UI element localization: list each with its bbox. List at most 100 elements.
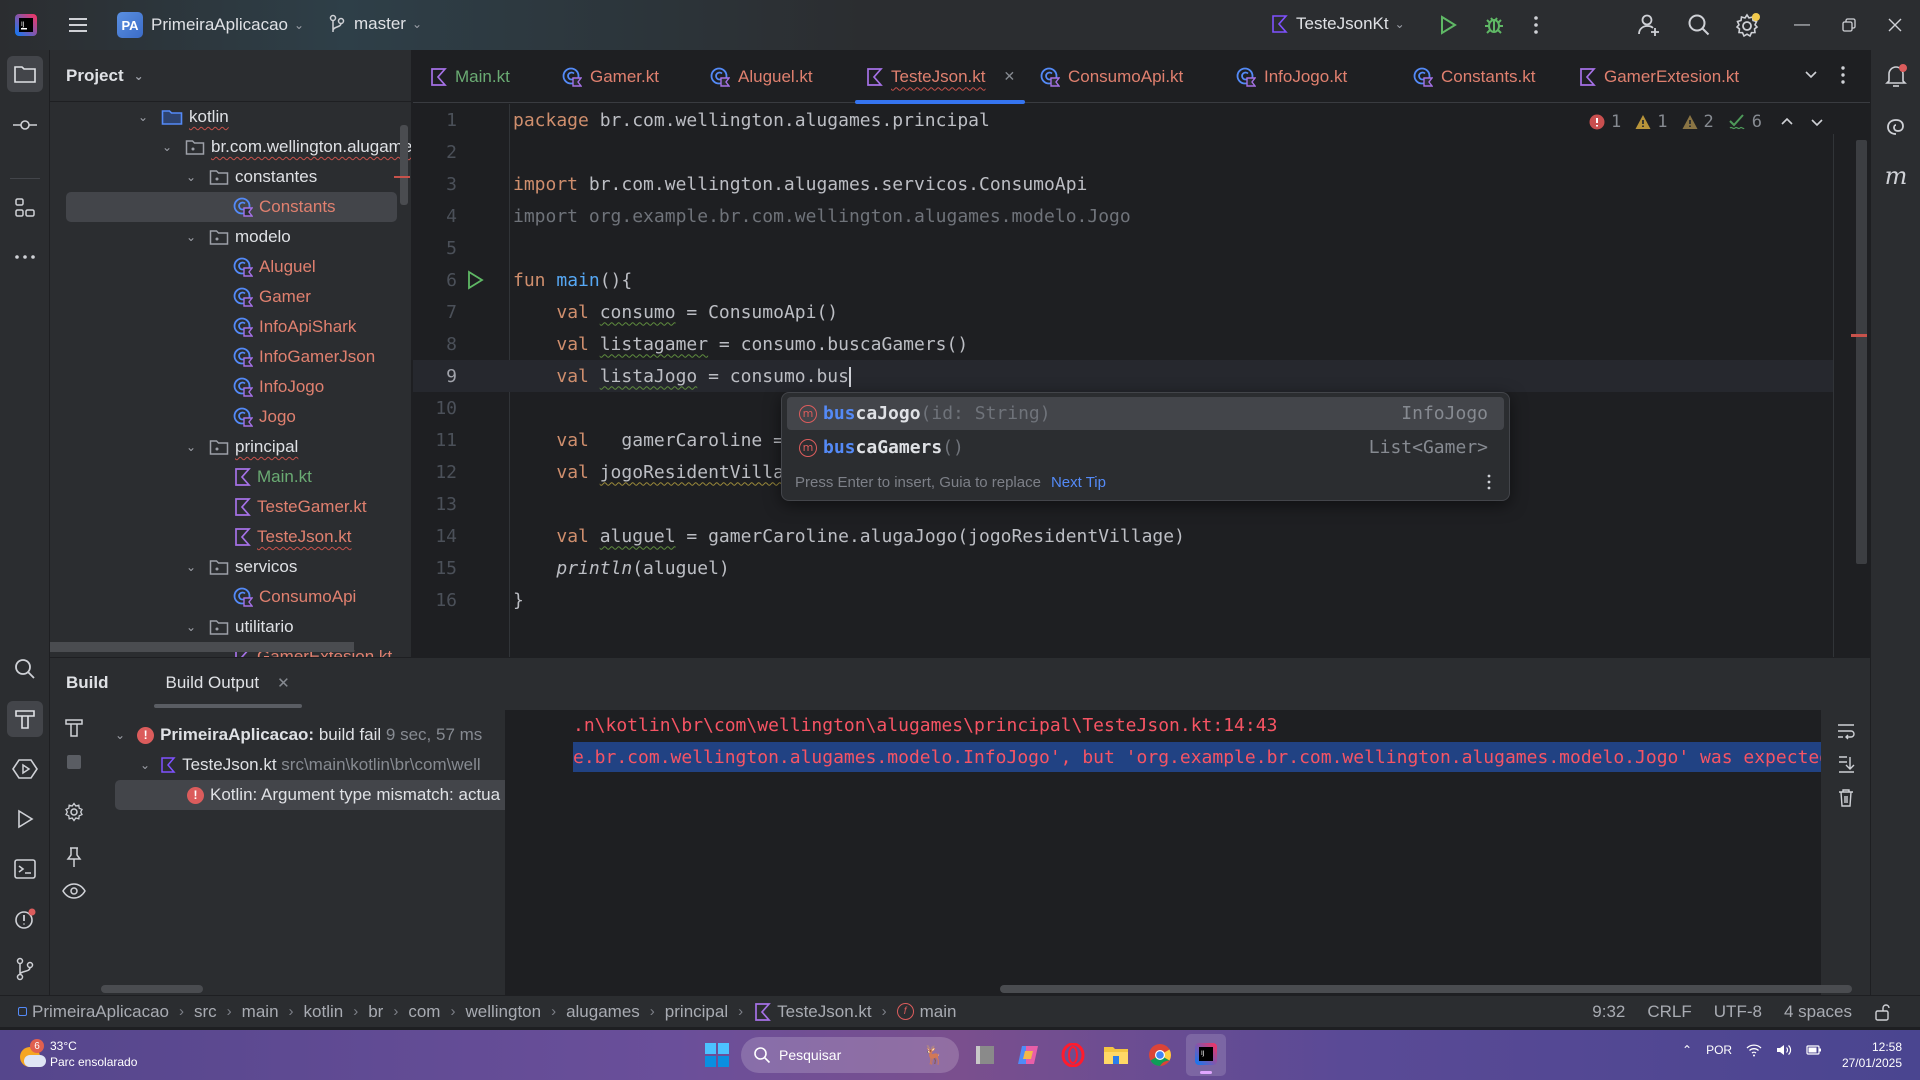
editor-scrollbar[interactable]	[1856, 140, 1867, 564]
intellij-app-active[interactable]: IJ	[1186, 1034, 1226, 1076]
main-menu-icon[interactable]	[66, 13, 90, 37]
console-hscrollbar[interactable]	[1000, 985, 1852, 993]
completion-item[interactable]: m bus caGamers() List<Gamer>	[787, 431, 1504, 464]
tree-item-gamer[interactable]: Gamer	[233, 282, 311, 312]
search-icon[interactable]	[1686, 12, 1712, 38]
chevron-down-icon[interactable]: ⌄	[183, 170, 199, 184]
error-stripe-marker[interactable]	[1851, 334, 1867, 337]
wifi-icon[interactable]	[1746, 1043, 1762, 1057]
git-tool-button[interactable]	[7, 951, 43, 987]
run-gutter-icon[interactable]	[465, 270, 485, 290]
close-tab-icon[interactable]: ✕	[1004, 68, 1016, 85]
chevron-down-icon[interactable]: ⌄	[183, 440, 199, 454]
code-line[interactable]: 2	[413, 136, 1833, 168]
code-line[interactable]: 4 import org.example.br.com.wellington.al…	[413, 200, 1833, 232]
chevron-down-icon[interactable]: ⌄	[183, 230, 199, 244]
code-editor[interactable]: 1 package br.com.wellington.alugames.prin…	[413, 104, 1870, 657]
code-line[interactable]: 5	[413, 232, 1833, 264]
code-line[interactable]: 16}	[413, 584, 1833, 616]
chevron-down-icon[interactable]: ⌄	[183, 560, 199, 574]
code-line[interactable]: 7 val consumo = ConsumoApi()	[413, 296, 1833, 328]
input-language[interactable]: POR	[1706, 1043, 1732, 1057]
tree-item-utilitario[interactable]: ⌄ utilitario	[183, 612, 294, 642]
code-line[interactable]: 15 println(aluguel)	[413, 552, 1833, 584]
tree-item-br-com-wellington-alugames[interactable]: ⌄ br.com.wellington.alugames	[159, 132, 411, 162]
tree-item-servicos[interactable]: ⌄ servicos	[183, 552, 297, 582]
copilot-app[interactable]	[1013, 1040, 1043, 1070]
services-tool-button[interactable]	[7, 751, 43, 787]
scroll-to-end-button[interactable]	[1836, 754, 1856, 774]
taskbar-search[interactable]: Pesquisar 🦌	[741, 1037, 959, 1073]
chevron-down-icon[interactable]: ⌄	[135, 110, 151, 124]
more-vert-icon[interactable]	[1528, 13, 1544, 37]
chrome-app[interactable]	[1145, 1040, 1175, 1070]
breadcrumb-item[interactable]: kotlin	[304, 1002, 344, 1022]
line-separator[interactable]: CRLF	[1647, 1002, 1691, 1022]
breadcrumb-item[interactable]: TesteJson.kt	[753, 1002, 872, 1022]
run-config-selector[interactable]: TesteJsonKt ⌄	[1270, 14, 1405, 34]
project-hscrollbar[interactable]	[50, 642, 354, 652]
tree-item-infogamerjson[interactable]: InfoGamerJson	[233, 342, 375, 372]
indent-setting[interactable]: 4 spaces	[1784, 1002, 1852, 1022]
tab-build-output[interactable]: Build Output ✕	[153, 658, 302, 708]
volume-icon[interactable]	[1776, 1043, 1792, 1057]
breadcrumb-item[interactable]: f main	[896, 1002, 956, 1022]
code-line[interactable]: 3 import br.com.wellington.alugames.servi…	[413, 168, 1833, 200]
project-scrollbar[interactable]	[400, 125, 408, 205]
read-only-toggle[interactable]	[1874, 1003, 1890, 1021]
file-encoding[interactable]: UTF-8	[1714, 1002, 1762, 1022]
tree-item-testegamer-kt[interactable]: TesteGamer.kt	[233, 492, 367, 522]
tree-item-kotlin[interactable]: ⌄ kotlin	[135, 102, 229, 132]
breadcrumb-item[interactable]: principal	[665, 1002, 728, 1022]
commit-tool-button[interactable]	[7, 107, 43, 143]
maven-button[interactable]: m	[1878, 158, 1914, 194]
build-tree-root[interactable]: ⌄ ! PrimeiraAplicacao: build fail 9 sec,…	[115, 720, 482, 750]
branch-switcher[interactable]: master ⌄	[328, 14, 422, 34]
close-tab-icon[interactable]: ✕	[277, 674, 290, 692]
restore-button[interactable]	[1824, 0, 1874, 50]
code-line[interactable]: 6 fun main(){	[413, 264, 1833, 296]
code-line[interactable]: 14 val aluguel = gamerCaroline.alugaJogo…	[413, 520, 1833, 552]
structure-tool-button[interactable]	[7, 190, 43, 226]
notifications-button[interactable]	[1878, 58, 1914, 94]
tab-infojogo-kt[interactable]: InfoJogo.kt	[1236, 50, 1347, 103]
previous-highlight-button[interactable]	[1780, 115, 1794, 129]
tab-consumoapi-kt[interactable]: ConsumoApi.kt	[1040, 50, 1183, 103]
find-tool-button[interactable]	[7, 651, 43, 687]
tree-item-constantes[interactable]: ⌄ constantes	[183, 162, 317, 192]
intellij-logo-icon[interactable]: IJ	[14, 13, 38, 37]
tree-item-infojogo[interactable]: InfoJogo	[233, 372, 324, 402]
completion-item[interactable]: m bus caJogo (id: String) InfoJogo	[787, 397, 1504, 430]
start-button[interactable]	[702, 1040, 732, 1070]
tab-main-kt[interactable]: Main.kt	[429, 50, 510, 103]
build-tool-button[interactable]	[7, 701, 43, 737]
ai-assistant-button[interactable]	[1878, 108, 1914, 144]
run-button[interactable]	[1437, 14, 1459, 36]
tabs-dropdown-button[interactable]	[1803, 66, 1819, 82]
clock[interactable]: 12:58 27/01/2025	[1842, 1039, 1902, 1071]
tab-aluguel-kt[interactable]: Aluguel.kt	[710, 50, 813, 103]
project-switcher[interactable]: PA PrimeiraAplicacao ⌄	[117, 12, 304, 38]
build-console[interactable]: .n\kotlin\br\com\wellington\alugames\pri…	[505, 710, 1870, 996]
opera-app[interactable]	[1058, 1040, 1088, 1070]
stop-button[interactable]	[67, 755, 81, 769]
chevron-down-icon[interactable]: ⌄	[159, 140, 175, 154]
tree-item-principal[interactable]: ⌄ principal	[183, 432, 298, 462]
problems-tool-button[interactable]	[7, 901, 43, 937]
inspection-widget[interactable]: 1 1 2 6	[1589, 112, 1824, 132]
task-view-button[interactable]	[970, 1040, 1000, 1070]
build-tree-error[interactable]: ! Kotlin: Argument type mismatch: actua	[187, 780, 500, 810]
pin-button[interactable]	[64, 846, 84, 868]
project-tool-button[interactable]	[7, 56, 43, 92]
tree-item-constants[interactable]: Constants	[233, 192, 336, 222]
clear-all-button[interactable]	[1837, 788, 1855, 808]
next-highlight-button[interactable]	[1810, 115, 1824, 129]
file-explorer-app[interactable]	[1101, 1040, 1131, 1070]
tree-item-testejson-kt[interactable]: TesteJson.kt	[233, 522, 352, 552]
project-panel-header[interactable]: Project ⌄	[50, 50, 411, 102]
more-tools-button[interactable]	[7, 239, 43, 275]
breadcrumb-item[interactable]: br	[368, 1002, 383, 1022]
tabs-more-button[interactable]	[1837, 64, 1849, 86]
chevron-down-icon[interactable]: ⌄	[183, 620, 199, 634]
tree-item-infoapishark[interactable]: InfoApiShark	[233, 312, 356, 342]
